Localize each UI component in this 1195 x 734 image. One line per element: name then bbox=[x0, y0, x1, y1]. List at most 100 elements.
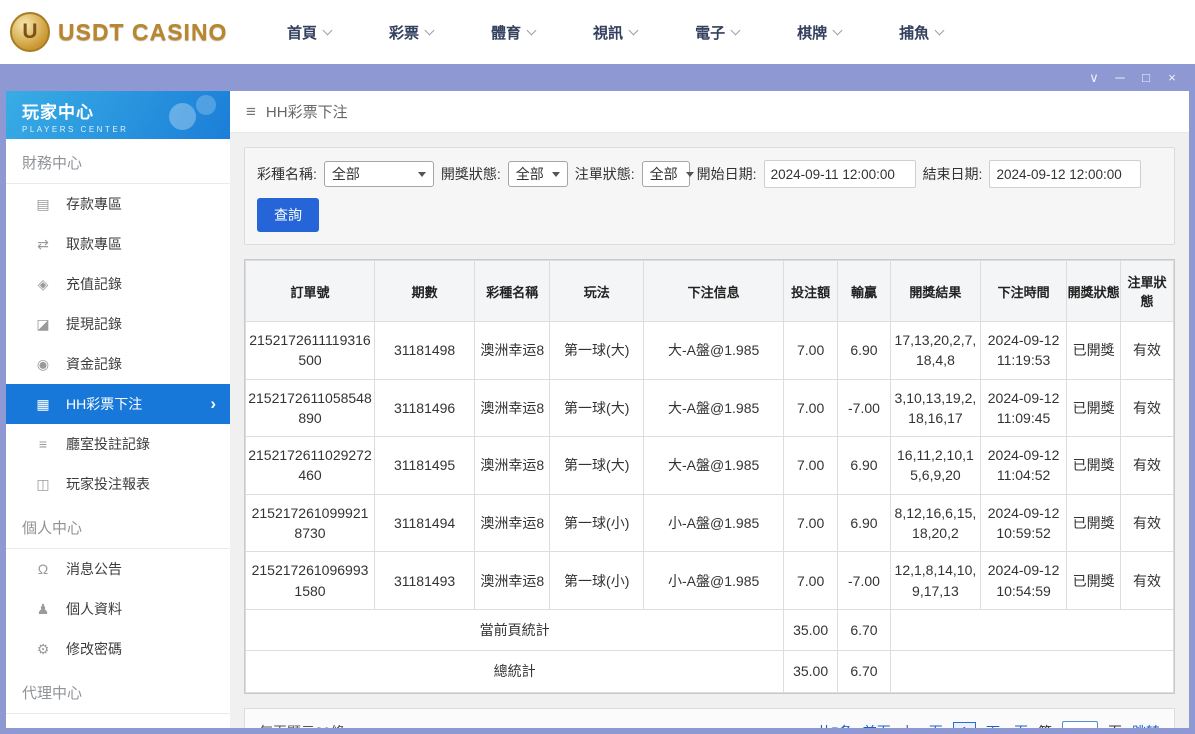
pagination: 共5条 首页 上一页 1 下一页 第 页 跳转 bbox=[817, 720, 1160, 728]
table-row: 2152172611058548890 31181496 澳洲幸运8 第一球(大… bbox=[245, 378, 1174, 438]
page-summary-amount: 35.00 bbox=[783, 608, 839, 652]
next-page-link[interactable]: 下一页 bbox=[986, 722, 1028, 728]
sidebar-item-deposit[interactable]: ▤ 存款專區 bbox=[6, 184, 230, 224]
nav-item-label: 體育 bbox=[491, 24, 522, 42]
nav-item-chess[interactable]: 棋牌 bbox=[797, 22, 843, 43]
cell-win-loss: -7.00 bbox=[837, 378, 891, 438]
hamburger-icon[interactable]: ≡ bbox=[246, 102, 256, 122]
cell-result: 12,1,8,14,10,9,17,13 bbox=[889, 551, 981, 610]
page-jump-button[interactable]: 跳转 bbox=[1132, 722, 1160, 728]
cell-order-status: 有效 bbox=[1120, 321, 1174, 380]
sidebar-item-profile[interactable]: ♟ 個人資料 bbox=[6, 589, 230, 629]
sidebar-item-announcements[interactable]: Ω 消息公告 bbox=[6, 549, 230, 589]
prev-page-link[interactable]: 上一页 bbox=[901, 722, 943, 728]
withdraw-icon: ⇄ bbox=[37, 235, 49, 252]
cell-order-no: 2152172610999218730 bbox=[245, 493, 375, 553]
cell-period: 31181496 bbox=[373, 378, 476, 438]
sidebar-item-label: 個人資料 bbox=[66, 601, 122, 617]
cell-play: 第一球(大) bbox=[549, 378, 645, 438]
main-nav: 首頁 彩票 體育 視訊 電子 棋牌 捕魚 bbox=[287, 22, 945, 43]
page-summary-label: 當前頁統計 bbox=[244, 608, 785, 652]
first-page-link[interactable]: 首页 bbox=[863, 722, 891, 728]
cell-play: 第一球(小) bbox=[549, 551, 645, 610]
cell-bet-info: 大-A盤@1.985 bbox=[643, 321, 785, 380]
sidebar-item-withdraw[interactable]: ⇄ 取款專區 bbox=[6, 224, 230, 264]
page-summary-win-loss: 6.70 bbox=[837, 608, 891, 652]
nav-item-label: 棋牌 bbox=[797, 24, 828, 42]
sidebar-item-recharge-record[interactable]: ◈ 充值記錄 bbox=[6, 264, 230, 304]
lottery-bet-icon: ▦ bbox=[36, 395, 50, 412]
cell-play: 第一球(大) bbox=[549, 436, 645, 495]
cell-order-status: 有效 bbox=[1120, 551, 1174, 610]
cell-win-loss: 6.90 bbox=[837, 436, 891, 495]
filter-panel: 彩種名稱: 全部 開獎狀態: 全部 注單狀態: 全部 開始日期: 2024-09… bbox=[244, 147, 1175, 245]
app-window: ∨ ─ □ × 玩家中心 PLAYERS CENTER 財務中心 ▤ 存款專區 … bbox=[0, 64, 1195, 734]
sidebar-item-hall-bet-record[interactable]: ≡ 廳室投註記錄 bbox=[6, 424, 230, 464]
page-summary-empty bbox=[889, 608, 1175, 652]
window-maximize-icon[interactable]: □ bbox=[1133, 64, 1159, 91]
nav-item-electronic[interactable]: 電子 bbox=[695, 22, 741, 43]
window-minimize-icon[interactable]: ─ bbox=[1107, 64, 1133, 91]
draw-status-label: 開獎狀態: bbox=[440, 166, 501, 182]
cell-draw-status: 已開獎 bbox=[1066, 493, 1122, 553]
cell-order-status: 有效 bbox=[1120, 493, 1174, 553]
sidebar-item-funds-record[interactable]: ◉ 資金記錄 bbox=[6, 344, 230, 384]
cell-bet-time: 2024-09-12 11:09:45 bbox=[979, 378, 1068, 438]
cell-amount: 7.00 bbox=[783, 551, 839, 610]
lottery-name-value: 全部 bbox=[331, 166, 360, 182]
main-content: ≡ HH彩票下注 彩種名稱: 全部 開獎狀態: 全部 注單狀態: 全部 開始日期… bbox=[230, 91, 1189, 728]
cell-bet-info: 大-A盤@1.985 bbox=[643, 436, 785, 495]
order-status-select[interactable]: 全部 bbox=[641, 161, 694, 187]
cell-order-no: 2152172610969931580 bbox=[245, 551, 375, 610]
cell-win-loss: -7.00 bbox=[837, 551, 891, 610]
start-date-input[interactable] bbox=[763, 160, 916, 188]
sidebar-item-label: HH彩票下注 bbox=[66, 396, 143, 412]
chevron-down-icon bbox=[934, 25, 945, 35]
end-date-label: 結束日期: bbox=[922, 166, 983, 182]
col-bet-time: 下注時間 bbox=[979, 260, 1068, 322]
sidebar-item-change-password[interactable]: ⚙ 修改密碼 bbox=[6, 629, 230, 669]
page-jump-input[interactable] bbox=[1062, 720, 1098, 728]
cell-bet-time: 2024-09-12 10:59:52 bbox=[979, 493, 1068, 553]
report-icon: ◫ bbox=[36, 475, 50, 492]
cell-win-loss: 6.90 bbox=[837, 321, 891, 380]
window-collapse-icon[interactable]: ∨ bbox=[1081, 64, 1107, 91]
window-close-icon[interactable]: × bbox=[1159, 64, 1185, 91]
col-order-no: 訂單號 bbox=[245, 260, 375, 322]
deposit-icon: ▤ bbox=[36, 195, 50, 212]
nav-item-video[interactable]: 視訊 bbox=[593, 22, 639, 43]
current-page-number[interactable]: 1 bbox=[952, 722, 976, 728]
lottery-name-select[interactable]: 全部 bbox=[323, 161, 434, 187]
sidebar-item-cashout-record[interactable]: ◪ 提現記錄 bbox=[6, 304, 230, 344]
table-body: 2152172611119316500 31181498 澳洲幸运8 第一球(大… bbox=[245, 321, 1174, 610]
nav-item-sports[interactable]: 體育 bbox=[491, 22, 537, 43]
sidebar-item-player-bet-report[interactable]: ◫ 玩家投注報表 bbox=[6, 464, 230, 504]
window-titlebar: ∨ ─ □ × bbox=[6, 64, 1189, 91]
site-logo[interactable]: U USDT CASINO bbox=[0, 12, 235, 52]
cell-order-no: 2152172611029272460 bbox=[245, 436, 375, 495]
nav-item-home[interactable]: 首頁 bbox=[287, 22, 333, 43]
search-button[interactable]: 查詢 bbox=[257, 198, 319, 232]
nav-item-fishing[interactable]: 捕魚 bbox=[899, 22, 945, 43]
cell-amount: 7.00 bbox=[783, 321, 839, 380]
sidebar-item-hh-lottery-bets[interactable]: ▦ HH彩票下注 › bbox=[6, 384, 230, 424]
table-row: 2152172611119316500 31181498 澳洲幸运8 第一球(大… bbox=[245, 321, 1174, 380]
cell-draw-status: 已開獎 bbox=[1066, 436, 1122, 495]
cell-lottery-name: 澳洲幸运8 bbox=[474, 551, 551, 610]
total-summary-empty bbox=[889, 650, 1175, 693]
nav-item-label: 首頁 bbox=[287, 24, 318, 42]
sidebar-header: 玩家中心 PLAYERS CENTER bbox=[6, 91, 230, 139]
draw-status-select[interactable]: 全部 bbox=[507, 161, 568, 187]
recharge-icon: ◈ bbox=[37, 275, 49, 292]
chevron-down-icon bbox=[526, 25, 537, 35]
cell-bet-info: 大-A盤@1.985 bbox=[643, 378, 785, 438]
draw-status-value: 全部 bbox=[515, 166, 544, 182]
end-date-input[interactable] bbox=[989, 160, 1142, 188]
col-order-status: 注單狀態 bbox=[1120, 260, 1174, 322]
select-arrow-icon bbox=[417, 171, 426, 177]
total-summary-amount: 35.00 bbox=[783, 650, 839, 693]
order-status-value: 全部 bbox=[649, 166, 678, 182]
col-bet-info: 下注信息 bbox=[643, 260, 785, 322]
cell-bet-info: 小-A盤@1.985 bbox=[643, 493, 785, 553]
nav-item-lottery[interactable]: 彩票 bbox=[389, 22, 435, 43]
